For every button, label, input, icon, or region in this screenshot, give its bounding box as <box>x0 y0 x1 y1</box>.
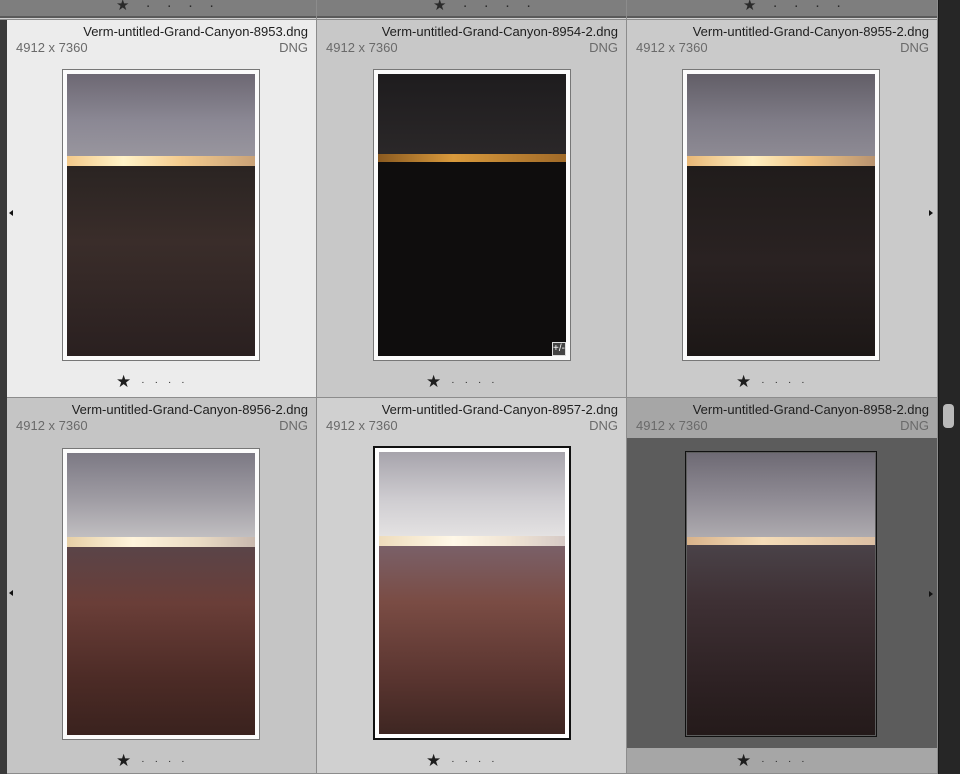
grid-cell-8958-2[interactable]: Verm-untitled-Grand-Canyon-8958-2.dng 49… <box>627 398 938 774</box>
file-type: DNG <box>900 418 929 433</box>
image-dimensions: 4912 x 7360 <box>636 40 708 55</box>
photo-grand-canyon-8956-2 <box>67 453 255 735</box>
star-rating[interactable]: ★ · · · · <box>736 751 805 771</box>
file-type: DNG <box>589 40 618 55</box>
prev-row-rating[interactable]: ★ · · · · <box>116 0 220 14</box>
file-type: DNG <box>279 418 308 433</box>
grid-cell-8956-2[interactable]: Verm-untitled-Grand-Canyon-8956-2.dng 49… <box>7 398 317 774</box>
photo-grand-canyon-8958-2 <box>687 453 875 735</box>
grid-cell-8955-2[interactable]: Verm-untitled-Grand-Canyon-8955-2.dng 49… <box>627 20 938 398</box>
star-rating[interactable]: ★ · · · · <box>116 751 185 771</box>
file-type: DNG <box>279 40 308 55</box>
vertical-scrollbar[interactable] <box>938 0 960 774</box>
star-icon[interactable]: ★ <box>426 751 441 770</box>
star-icon[interactable]: ★ <box>426 372 441 391</box>
scrollbar-thumb[interactable] <box>943 404 954 428</box>
file-type: DNG <box>900 40 929 55</box>
star-rating[interactable]: ★ · · · · <box>426 751 495 771</box>
file-type: DNG <box>589 418 618 433</box>
image-dimensions: 4912 x 7360 <box>636 418 708 433</box>
grid-cell-prev-2[interactable]: ★ · · · · <box>317 0 627 20</box>
file-name: Verm-untitled-Grand-Canyon-8958-2.dng <box>692 402 929 417</box>
file-name: Verm-untitled-Grand-Canyon-8955-2.dng <box>692 24 929 39</box>
star-icon[interactable]: ★ <box>736 751 751 770</box>
image-dimensions: 4912 x 7360 <box>326 418 398 433</box>
file-name: Verm-untitled-Grand-Canyon-8954-2.dng <box>381 24 618 39</box>
thumbnail[interactable] <box>62 69 260 361</box>
arrow-left-icon[interactable] <box>9 210 13 216</box>
image-dimensions: 4912 x 7360 <box>16 418 88 433</box>
file-name: Verm-untitled-Grand-Canyon-8953.dng <box>83 24 308 39</box>
grid-cell-8953[interactable]: Verm-untitled-Grand-Canyon-8953.dng 4912… <box>7 20 317 398</box>
thumbnail[interactable] <box>62 448 260 740</box>
photo-grand-canyon-8957-2 <box>379 452 565 734</box>
thumbnail-selected[interactable] <box>373 446 571 740</box>
image-dimensions: 4912 x 7360 <box>326 40 398 55</box>
star-icon[interactable]: ★ <box>116 372 131 391</box>
grid-cell-8954-2[interactable]: Verm-untitled-Grand-Canyon-8954-2.dng 49… <box>317 20 627 398</box>
thumbnail[interactable]: +/- <box>373 69 571 361</box>
arrow-right-icon[interactable] <box>929 210 933 216</box>
star-rating[interactable]: ★ · · · · <box>116 372 185 392</box>
prev-row-rating[interactable]: ★ · · · · <box>743 0 847 14</box>
arrow-left-icon[interactable] <box>9 590 13 596</box>
star-icon[interactable]: ★ <box>116 751 131 770</box>
prev-row-rating[interactable]: ★ · · · · <box>433 0 537 14</box>
star-icon[interactable]: ★ <box>736 372 751 391</box>
image-dimensions: 4912 x 7360 <box>16 40 88 55</box>
photo-grand-canyon-8955-2 <box>687 74 875 356</box>
develop-adjusted-icon[interactable]: +/- <box>552 342 566 356</box>
grid-cell-8957-2[interactable]: Verm-untitled-Grand-Canyon-8957-2.dng 49… <box>317 398 627 774</box>
thumbnail[interactable] <box>682 69 880 361</box>
photo-grand-canyon-8953 <box>67 74 255 356</box>
grid-cell-prev-3[interactable]: ★ · · · · <box>627 0 938 20</box>
star-rating[interactable]: ★ · · · · <box>426 372 495 392</box>
photo-grand-canyon-8954-2 <box>378 74 566 356</box>
file-name: Verm-untitled-Grand-Canyon-8956-2.dng <box>71 402 308 417</box>
grid-cell-prev-1[interactable]: ★ · · · · <box>0 0 317 20</box>
arrow-right-icon[interactable] <box>929 591 933 597</box>
star-rating[interactable]: ★ · · · · <box>736 372 805 392</box>
file-name: Verm-untitled-Grand-Canyon-8957-2.dng <box>381 402 618 417</box>
filmstrip-grid: ★ · · · · ★ · · · · ★ · · · · Verm-untit… <box>0 0 938 774</box>
thumbnail[interactable] <box>685 451 877 737</box>
